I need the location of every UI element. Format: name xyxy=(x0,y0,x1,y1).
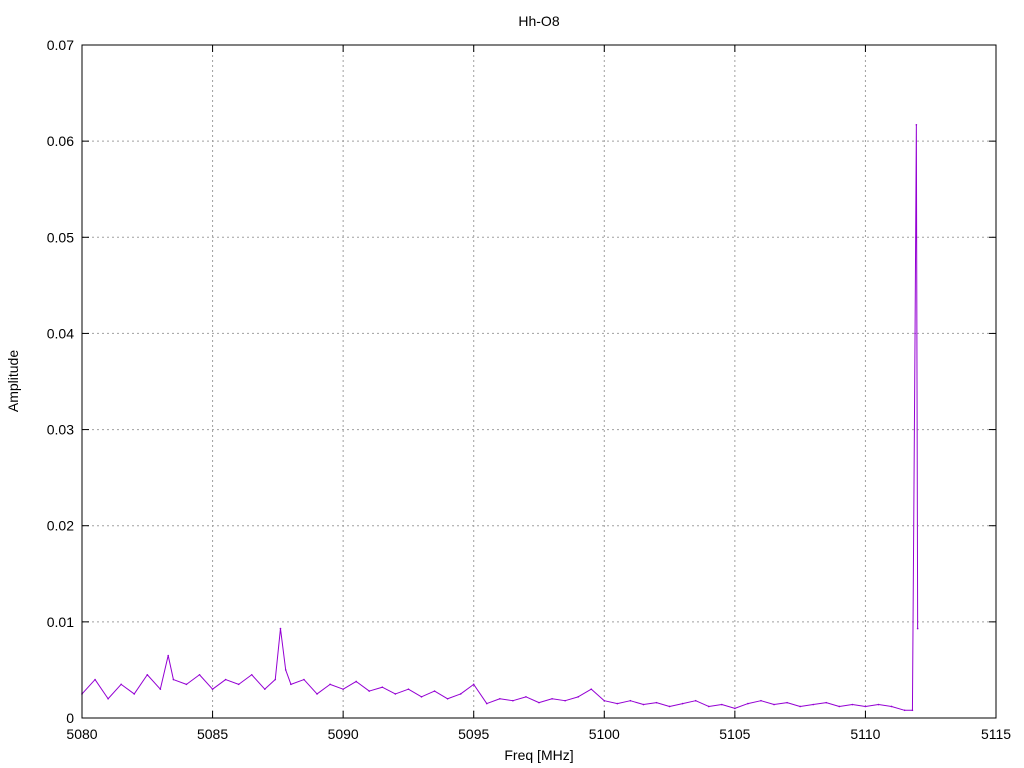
data-point xyxy=(747,702,749,705)
data-point xyxy=(472,683,475,686)
data-point xyxy=(420,696,423,698)
data-point xyxy=(120,683,122,686)
data-point xyxy=(890,705,893,708)
data-point xyxy=(237,683,240,686)
data-point xyxy=(284,669,287,671)
data-point xyxy=(838,705,841,708)
data-point xyxy=(94,678,96,681)
data-point xyxy=(407,688,410,690)
y-tick-label: 0.02 xyxy=(47,518,74,534)
data-point xyxy=(629,699,632,702)
x-tick-label: 5085 xyxy=(197,726,228,742)
data-point xyxy=(264,688,266,690)
x-tick-label: 5090 xyxy=(328,726,359,742)
data-point xyxy=(446,697,449,700)
x-axis-label: Freq [MHz] xyxy=(504,747,573,763)
data-point xyxy=(721,703,723,706)
y-axis-label: Amplitude xyxy=(5,350,21,412)
data-point xyxy=(485,702,488,705)
data-point xyxy=(459,693,462,695)
data-point xyxy=(760,699,762,702)
data-point xyxy=(812,703,814,706)
x-tick-label: 5105 xyxy=(719,726,750,742)
data-point xyxy=(211,688,214,690)
data-point xyxy=(133,693,136,695)
x-tick-label: 5110 xyxy=(850,726,880,742)
data-point xyxy=(167,654,169,657)
data-point xyxy=(914,332,916,335)
data-point xyxy=(915,124,918,126)
data-point xyxy=(916,627,919,630)
data-point xyxy=(172,678,175,681)
data-point xyxy=(616,702,619,705)
data-point xyxy=(381,686,384,689)
data-point xyxy=(159,688,162,690)
data-point xyxy=(877,703,880,706)
data-point xyxy=(668,705,671,708)
data-point xyxy=(355,680,358,683)
y-tick-label: 0.07 xyxy=(47,37,74,53)
data-point xyxy=(681,702,684,705)
data-point xyxy=(825,701,828,704)
data-point xyxy=(590,688,593,690)
chart-background xyxy=(0,0,1024,768)
data-point xyxy=(642,703,645,706)
x-tick-label: 5080 xyxy=(66,726,97,742)
chart-title: Hh-O8 xyxy=(518,13,559,29)
y-tick-label: 0.06 xyxy=(47,133,74,149)
data-point xyxy=(525,696,527,698)
data-point xyxy=(368,690,371,692)
data-point xyxy=(864,705,867,708)
data-point xyxy=(799,705,801,708)
data-point xyxy=(250,673,253,676)
data-point xyxy=(786,701,788,704)
data-point xyxy=(538,701,540,704)
data-point xyxy=(851,703,854,706)
chart-svg: 5080 5085 5090 5095 5100 5105 5110 5115 0 0.01 0.… xyxy=(0,0,1024,768)
data-point xyxy=(224,678,227,681)
data-point xyxy=(107,697,109,700)
data-point xyxy=(394,693,397,695)
data-point xyxy=(433,690,436,692)
data-point xyxy=(303,678,305,681)
y-tick-label: 0.05 xyxy=(47,229,74,245)
data-point xyxy=(185,683,188,686)
data-point xyxy=(279,627,282,630)
data-point xyxy=(512,699,514,702)
data-point xyxy=(499,697,501,700)
data-point xyxy=(773,703,775,706)
x-tick-label: 5095 xyxy=(458,726,489,742)
data-point xyxy=(198,673,201,676)
data-point xyxy=(577,696,579,698)
y-tick-label: 0.03 xyxy=(47,422,74,438)
y-tick-label: 0 xyxy=(66,710,74,726)
x-tick-label: 5115 xyxy=(981,726,1011,742)
data-point xyxy=(603,699,606,702)
data-point xyxy=(290,683,292,686)
data-point xyxy=(734,707,736,710)
data-point xyxy=(329,683,331,686)
data-point xyxy=(146,673,149,676)
data-point xyxy=(551,697,553,700)
data-point xyxy=(274,678,277,681)
data-point xyxy=(655,701,658,704)
y-tick-label: 0.01 xyxy=(47,614,74,630)
y-tick-label: 0.04 xyxy=(47,325,74,341)
x-tick-label: 5100 xyxy=(589,726,620,742)
data-point xyxy=(342,688,344,690)
data-point xyxy=(903,709,906,712)
data-point xyxy=(707,705,710,708)
data-point xyxy=(911,709,914,712)
data-point xyxy=(694,699,697,702)
data-point xyxy=(564,699,566,702)
data-point xyxy=(316,693,318,695)
